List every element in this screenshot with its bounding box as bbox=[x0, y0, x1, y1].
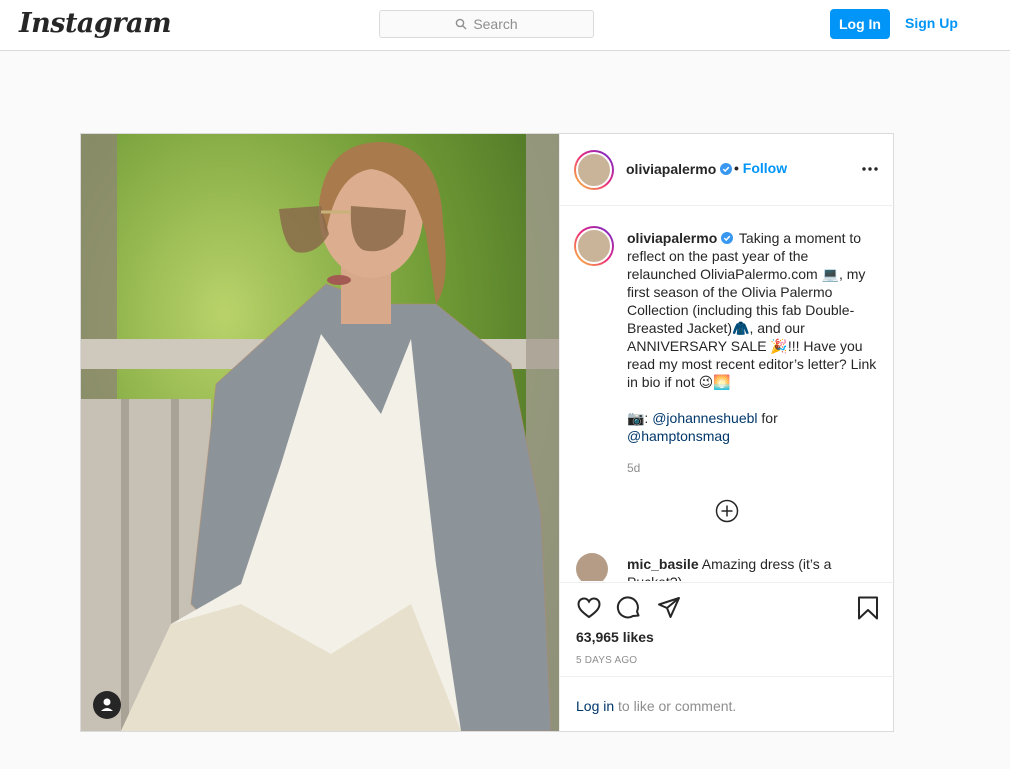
post-photo[interactable] bbox=[81, 134, 559, 731]
comment-item: mic_basile Amazing dress (it’s a Pucket?… bbox=[560, 545, 895, 581]
bookmark-icon[interactable] bbox=[855, 595, 881, 621]
signup-link[interactable]: Sign Up bbox=[905, 15, 958, 31]
instagram-logo[interactable]: Instagram bbox=[19, 8, 172, 39]
add-circle-icon[interactable] bbox=[715, 499, 739, 523]
follow-button[interactable]: • Follow bbox=[734, 160, 787, 176]
post-date[interactable]: 5 DAYS AGO bbox=[576, 655, 637, 666]
post-age[interactable]: 5d bbox=[627, 461, 640, 475]
comment-text: mic_basile Amazing dress (it’s a Pucket?… bbox=[627, 556, 832, 581]
mention-magazine[interactable]: @hamptonsmag bbox=[627, 428, 730, 444]
like-count[interactable]: 63,965 likes bbox=[576, 629, 654, 645]
caption-body: Taking a moment to reflect on the past y… bbox=[627, 230, 877, 426]
search-icon bbox=[456, 18, 467, 30]
comment-icon[interactable] bbox=[616, 595, 642, 621]
login-link[interactable]: Log in bbox=[576, 698, 614, 714]
comment-avatar[interactable] bbox=[576, 553, 608, 581]
user-tag-icon bbox=[101, 698, 113, 711]
user-tag-button[interactable] bbox=[93, 691, 121, 719]
header-username[interactable]: oliviapalermo bbox=[626, 161, 733, 177]
search-placeholder: Search bbox=[473, 16, 518, 32]
verified-badge-icon bbox=[721, 232, 734, 245]
post-header: oliviapalermo • Follow bbox=[560, 134, 895, 206]
avatar[interactable] bbox=[574, 150, 614, 190]
caption-avatar[interactable] bbox=[574, 226, 614, 266]
search-input[interactable]: Search bbox=[379, 10, 594, 38]
caption-area: oliviapalermo Taking a moment to reflect… bbox=[560, 206, 895, 581]
comment-username[interactable]: mic_basile bbox=[627, 556, 699, 572]
verified-badge-icon bbox=[720, 163, 733, 176]
action-bar: 63,965 likes 5 DAYS AGO Log in to like o… bbox=[560, 582, 895, 731]
login-prompt: Log in to like or comment. bbox=[560, 676, 895, 732]
login-button[interactable]: Log In bbox=[830, 9, 890, 39]
share-icon[interactable] bbox=[656, 595, 682, 621]
mention-photographer[interactable]: @johanneshuebl bbox=[652, 410, 757, 426]
caption-username[interactable]: oliviapalermo bbox=[627, 230, 734, 246]
caption-text: oliviapalermo Taking a moment to reflect… bbox=[627, 229, 877, 445]
photo-illustration bbox=[81, 134, 559, 731]
post-card: oliviapalermo • Follow oliviapalermo Tak… bbox=[80, 133, 895, 732]
more-options-icon[interactable] bbox=[858, 160, 882, 178]
heart-icon[interactable] bbox=[576, 595, 602, 621]
top-nav: Instagram Search Log In Sign Up bbox=[0, 0, 1010, 51]
post-sidebar: oliviapalermo • Follow oliviapalermo Tak… bbox=[559, 134, 895, 731]
